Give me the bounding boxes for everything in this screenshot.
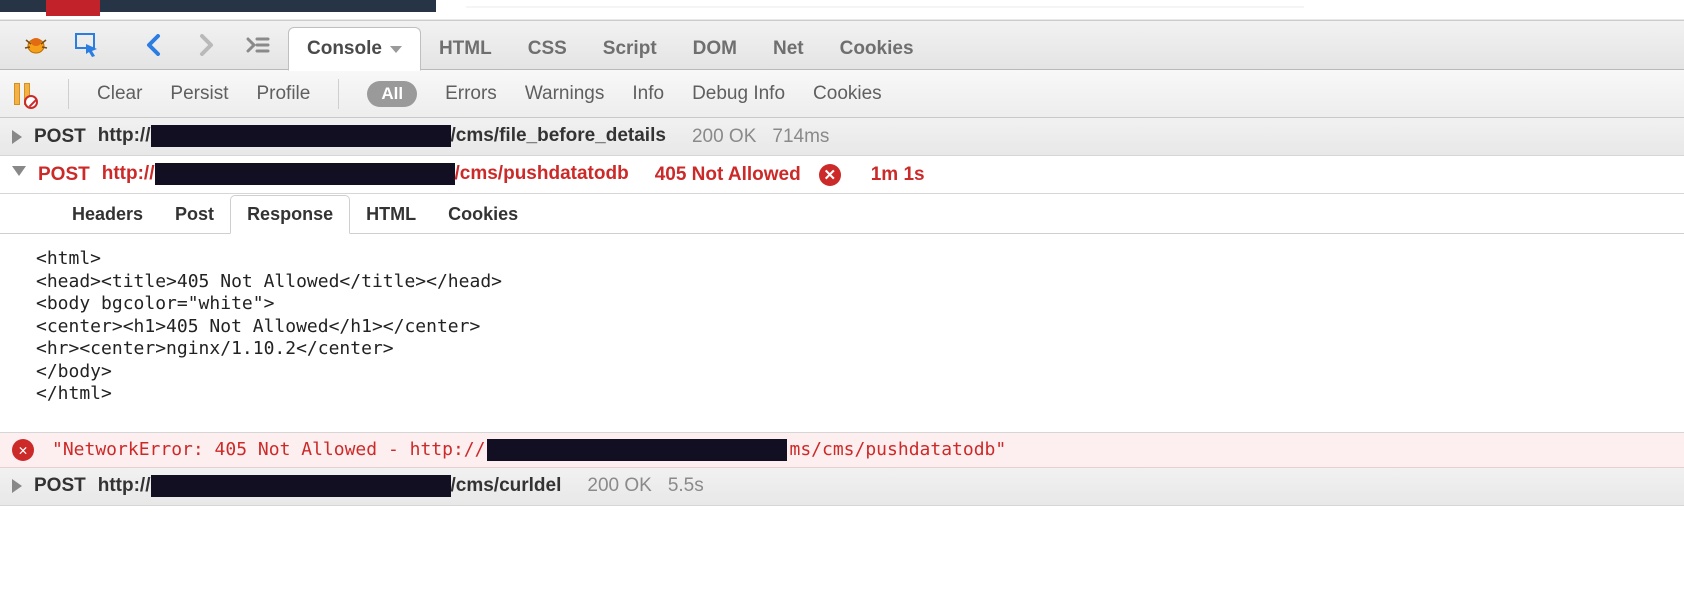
break-on-errors-icon[interactable] <box>14 83 40 105</box>
expand-toggle-icon[interactable] <box>12 479 22 493</box>
panel-tabs: Console HTML CSS Script DOM Net Cookies <box>288 20 932 70</box>
tab-label: Cookies <box>840 38 914 60</box>
tab-label: HTML <box>439 38 492 60</box>
url-prefix: http:// <box>102 164 155 185</box>
collapse-toggle-icon[interactable] <box>12 166 26 183</box>
clear-button[interactable]: Clear <box>97 83 142 105</box>
tab-css[interactable]: CSS <box>510 28 585 70</box>
expand-toggle-icon[interactable] <box>12 130 22 144</box>
url-prefix: http:// <box>98 475 151 496</box>
separator <box>68 79 69 109</box>
timing-text: 1m 1s <box>871 164 925 186</box>
tab-html[interactable]: HTML <box>421 28 510 70</box>
tab-script[interactable]: Script <box>585 28 675 70</box>
request-url[interactable]: http:// /cms/curldel <box>98 475 562 497</box>
request-url[interactable]: http:// /cms/file_before_details <box>98 125 666 147</box>
label: Headers <box>72 204 143 224</box>
redacted-host <box>151 475 451 497</box>
label: Warnings <box>525 83 605 104</box>
filter-errors[interactable]: Errors <box>445 83 497 105</box>
detail-tab-html[interactable]: HTML <box>350 196 432 233</box>
persist-button[interactable]: Persist <box>170 83 228 105</box>
label: Clear <box>97 83 142 104</box>
network-error-row: ✕ "NetworkError: 405 Not Allowed - http:… <box>0 433 1684 468</box>
tab-label: CSS <box>528 38 567 60</box>
url-path: /cms/file_before_details <box>451 126 666 147</box>
status-text: 200 OK <box>692 126 756 148</box>
tab-label: Script <box>603 38 657 60</box>
command-line-icon[interactable] <box>240 27 276 63</box>
filter-info[interactable]: Info <box>632 83 664 105</box>
request-row[interactable]: POST http:// /cms/pushdatatodb 405 Not Al… <box>0 156 1684 194</box>
error-icon: ✕ <box>819 164 841 186</box>
error-message[interactable]: "NetworkError: 405 Not Allowed - http://… <box>52 439 1006 461</box>
label: Response <box>247 204 333 224</box>
tab-net[interactable]: Net <box>755 28 822 70</box>
label: All <box>381 84 403 103</box>
error-suffix: ms/cms/pushdatatodb" <box>789 439 1006 460</box>
filter-all-pill[interactable]: All <box>367 81 417 107</box>
timing-text: 5.5s <box>668 475 704 497</box>
status-text: 405 Not Allowed <box>655 164 801 186</box>
firebug-icon[interactable] <box>18 27 54 63</box>
detail-tab-cookies[interactable]: Cookies <box>432 196 534 233</box>
label: Profile <box>256 83 310 104</box>
redacted-block <box>46 0 100 16</box>
request-row[interactable]: POST http:// /cms/curldel 200 OK 5.5s <box>0 468 1684 506</box>
label: Cookies <box>448 204 518 224</box>
tab-label: Console <box>307 38 382 60</box>
address-bar-fragment <box>466 6 1304 8</box>
url-path: /cms/pushdatatodb <box>455 164 629 185</box>
label: Debug Info <box>692 83 785 104</box>
http-method: POST <box>34 475 86 497</box>
label: Post <box>175 204 214 224</box>
redacted-block <box>0 0 46 12</box>
dropdown-caret-icon[interactable] <box>390 46 402 53</box>
forward-icon[interactable] <box>188 27 224 63</box>
http-method: POST <box>34 126 86 148</box>
label: Persist <box>170 83 228 104</box>
label: Info <box>632 83 664 104</box>
tab-label: Net <box>773 38 804 60</box>
browser-chrome-fragment <box>0 0 1684 20</box>
filter-cookies[interactable]: Cookies <box>813 83 882 105</box>
label: Errors <box>445 83 497 104</box>
tab-console[interactable]: Console <box>288 27 421 71</box>
label: HTML <box>366 204 416 224</box>
filter-debug-info[interactable]: Debug Info <box>692 83 785 105</box>
url-path: /cms/curldel <box>451 475 562 496</box>
error-icon: ✕ <box>12 439 34 461</box>
separator <box>338 79 339 109</box>
back-icon[interactable] <box>136 27 172 63</box>
redacted-host <box>487 439 787 461</box>
detail-tab-post[interactable]: Post <box>159 196 230 233</box>
filter-warnings[interactable]: Warnings <box>525 83 605 105</box>
tab-dom[interactable]: DOM <box>675 28 755 70</box>
detail-tab-response[interactable]: Response <box>230 195 350 234</box>
tab-label: DOM <box>693 38 737 60</box>
profile-button[interactable]: Profile <box>256 83 310 105</box>
url-prefix: http:// <box>98 126 151 147</box>
error-prefix: "NetworkError: 405 Not Allowed - http:// <box>52 439 485 460</box>
console-sub-toolbar: Clear Persist Profile All Errors Warning… <box>0 70 1684 118</box>
redacted-host <box>151 125 451 147</box>
timing-text: 714ms <box>772 126 829 148</box>
detail-tab-headers[interactable]: Headers <box>56 196 159 233</box>
request-row[interactable]: POST http:// /cms/file_before_details 200… <box>0 118 1684 156</box>
status-text: 200 OK <box>587 475 651 497</box>
redacted-host <box>155 163 455 185</box>
label: Cookies <box>813 83 882 104</box>
response-body[interactable]: <html> <head><title>405 Not Allowed</tit… <box>0 234 1684 433</box>
http-method: POST <box>38 164 90 186</box>
request-detail-tabs: Headers Post Response HTML Cookies <box>0 194 1684 234</box>
developer-toolbar: Console HTML CSS Script DOM Net Cookies <box>0 20 1684 70</box>
redacted-block <box>100 0 436 12</box>
inspect-icon[interactable] <box>70 27 106 63</box>
request-url[interactable]: http:// /cms/pushdatatodb <box>102 163 629 185</box>
tab-cookies[interactable]: Cookies <box>822 28 932 70</box>
